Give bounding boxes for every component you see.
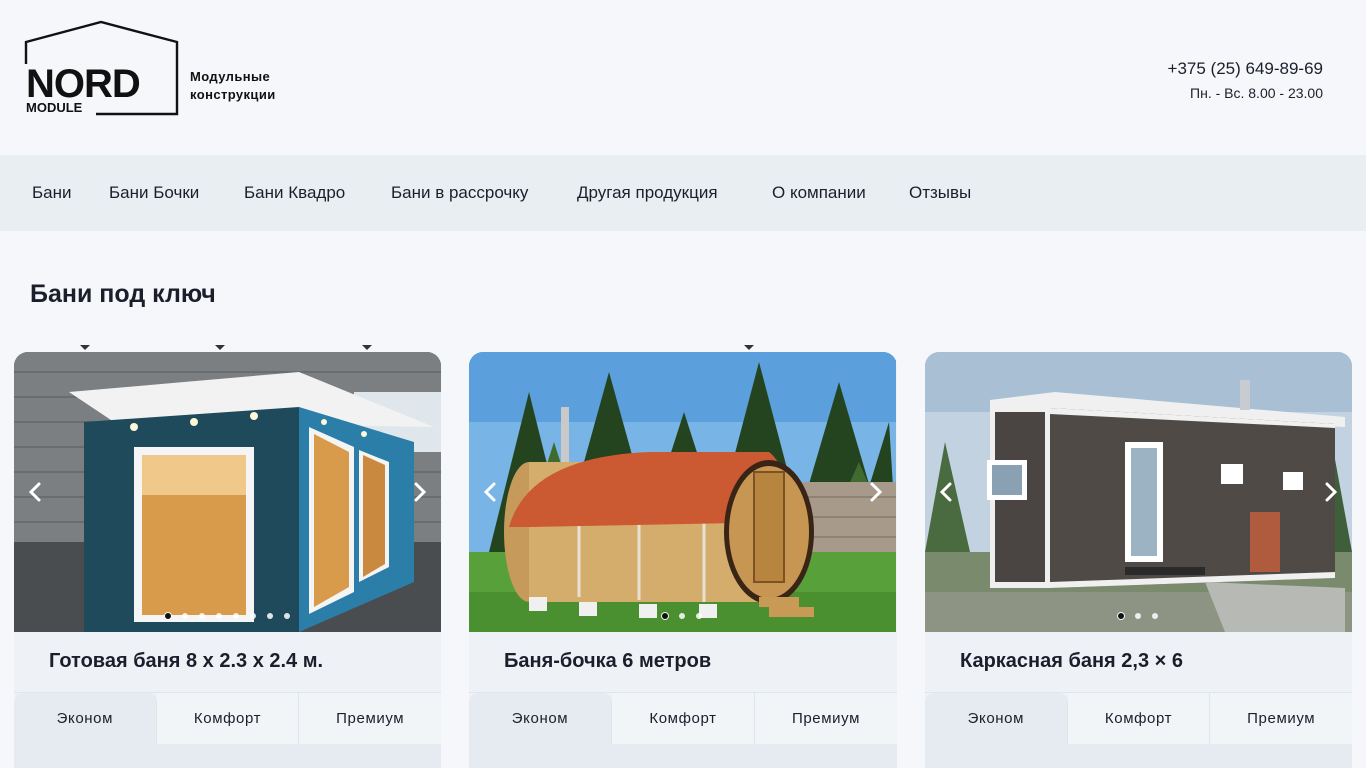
slider-dot[interactable] xyxy=(662,613,668,619)
chevron-left-icon[interactable] xyxy=(935,480,959,504)
product-photo xyxy=(469,352,896,632)
slider-dot[interactable] xyxy=(696,613,702,619)
nav-item-label: Бани xyxy=(32,183,72,202)
chevron-left-icon[interactable] xyxy=(479,480,503,504)
section-title: Бани под ключ xyxy=(30,280,216,308)
tab-econom[interactable]: Эконом xyxy=(469,693,612,745)
nav-item-label: Бани Квадро xyxy=(244,183,346,202)
tab-premium[interactable]: Премиум xyxy=(299,693,441,745)
tab-premium[interactable]: Премиум xyxy=(1210,693,1352,745)
slider-dot[interactable] xyxy=(182,613,188,619)
nav-item-label: Отзывы xyxy=(909,183,972,202)
logo[interactable]: NORD MODULE Модульные конструкции xyxy=(24,20,294,116)
nav-item-label: О компании xyxy=(772,183,866,202)
product-image-slider[interactable] xyxy=(925,352,1352,632)
product-card: Баня-бочка 6 метров Эконом Комфорт Преми… xyxy=(469,352,897,768)
nav-item-reviews[interactable]: Отзывы xyxy=(909,181,971,205)
package-tabs: Эконом Комфорт Премиум xyxy=(925,692,1352,745)
tab-comfort[interactable]: Комфорт xyxy=(612,693,755,745)
chevron-right-icon[interactable] xyxy=(863,480,887,504)
chevron-right-icon[interactable] xyxy=(1318,480,1342,504)
chevron-left-icon[interactable] xyxy=(24,480,48,504)
slider-dots xyxy=(165,613,290,619)
caret-down-icon[interactable] xyxy=(80,345,90,350)
phone-link[interactable]: +375 (25) 649-89-69 xyxy=(1168,58,1323,80)
slider-dot[interactable] xyxy=(284,613,290,619)
slider-dot[interactable] xyxy=(679,613,685,619)
nav-item-label: Другая продукция xyxy=(577,183,718,202)
logo-wordmark: NORD xyxy=(26,62,141,106)
slider-dots xyxy=(662,613,702,619)
tab-premium[interactable]: Премиум xyxy=(755,693,897,745)
site-header: NORD MODULE Модульные конструкции +375 (… xyxy=(0,0,1366,155)
slider-dots xyxy=(1118,613,1158,619)
chevron-right-icon[interactable] xyxy=(407,480,431,504)
nav-item-bani-kvadro[interactable]: Бани Квадро xyxy=(244,181,345,205)
tab-comfort[interactable]: Комфорт xyxy=(1067,693,1211,745)
package-tabs: Эконом Комфорт Премиум xyxy=(469,692,897,745)
slider-dot[interactable] xyxy=(1118,613,1124,619)
logo-tagline: Модульные конструкции xyxy=(190,68,300,104)
caret-down-icon[interactable] xyxy=(215,345,225,350)
tab-panel xyxy=(925,744,1352,768)
tab-econom[interactable]: Эконом xyxy=(14,693,157,745)
slider-dot[interactable] xyxy=(165,613,171,619)
logo-tagline-line2: конструкции xyxy=(190,87,276,102)
product-photo xyxy=(925,352,1352,632)
slider-dot[interactable] xyxy=(233,613,239,619)
nav-item-about[interactable]: О компании xyxy=(772,181,866,205)
product-card: Каркасная баня 2,3 × 6 Эконом Комфорт Пр… xyxy=(925,352,1352,768)
tab-panel xyxy=(14,744,441,768)
product-title[interactable]: Готовая баня 8 х 2.3 х 2.4 м. xyxy=(49,648,323,674)
slider-dot[interactable] xyxy=(250,613,256,619)
product-image-slider[interactable] xyxy=(469,352,896,632)
caret-down-icon[interactable] xyxy=(362,345,372,350)
nav-item-label: Бани в рассрочку xyxy=(391,183,529,202)
nav-item-other-products[interactable]: Другая продукция xyxy=(577,181,718,205)
tab-panel xyxy=(469,744,897,768)
slider-dot[interactable] xyxy=(1152,613,1158,619)
main-nav: Бани Бани Бочки Бани Квадро Бани в расср… xyxy=(0,155,1366,350)
slider-dot[interactable] xyxy=(199,613,205,619)
logo-tagline-line1: Модульные xyxy=(190,69,271,84)
product-title[interactable]: Каркасная баня 2,3 × 6 xyxy=(960,648,1183,674)
nav-item-bani-bochki[interactable]: Бани Бочки xyxy=(109,181,199,205)
tab-econom[interactable]: Эконом xyxy=(925,693,1068,745)
slider-dot[interactable] xyxy=(1135,613,1141,619)
nav-item-installment[interactable]: Бани в рассрочку xyxy=(391,181,528,205)
working-hours: Пн. - Вс. 8.00 - 23.00 xyxy=(1190,85,1323,101)
product-image-slider[interactable] xyxy=(14,352,441,632)
caret-down-icon[interactable] xyxy=(744,345,754,350)
product-card: Готовая баня 8 х 2.3 х 2.4 м. Эконом Ком… xyxy=(14,352,441,768)
package-tabs: Эконом Комфорт Премиум xyxy=(14,692,441,745)
slider-dot[interactable] xyxy=(267,613,273,619)
nav-item-label: Бани Бочки xyxy=(109,183,200,202)
tab-comfort[interactable]: Комфорт xyxy=(156,693,300,745)
product-photo xyxy=(14,352,441,632)
product-title[interactable]: Баня-бочка 6 метров xyxy=(504,648,711,674)
slider-dot[interactable] xyxy=(216,613,222,619)
header-contacts: +375 (25) 649-89-69 Пн. - Вс. 8.00 - 23.… xyxy=(1168,58,1323,104)
nav-item-bani[interactable]: Бани xyxy=(32,181,72,205)
logo-subtitle: MODULE xyxy=(26,100,83,115)
